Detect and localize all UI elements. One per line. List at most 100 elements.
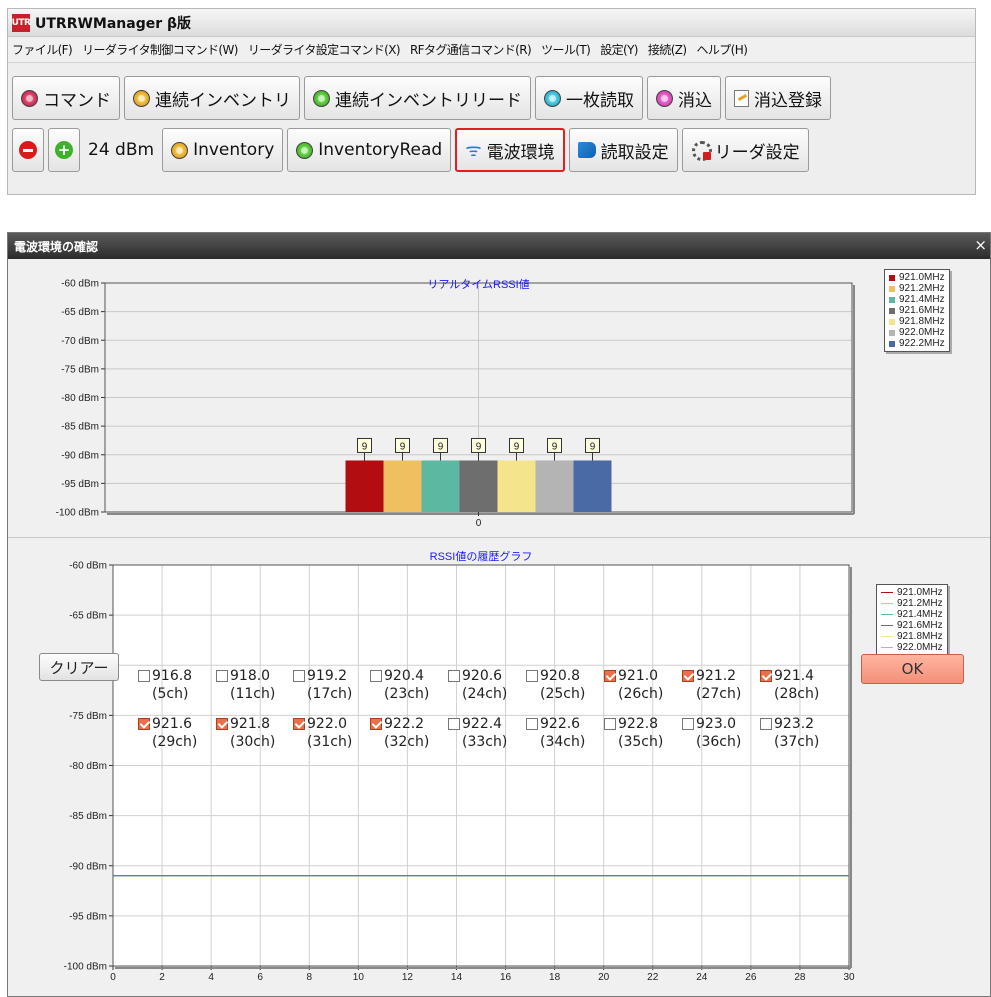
- checkbox-checked-icon[interactable]: [138, 718, 150, 730]
- channel-checkbox-920.4[interactable]: 920.4 (23ch): [370, 667, 448, 703]
- checkbox-checked-icon[interactable]: [370, 718, 382, 730]
- checkbox-unchecked-icon[interactable]: [526, 670, 538, 682]
- checkbox-unchecked-icon[interactable]: [293, 670, 305, 682]
- checkbox-unchecked-icon[interactable]: [682, 718, 694, 730]
- ok-button[interactable]: OK: [861, 654, 964, 684]
- app-logo-icon: UTR: [12, 13, 31, 32]
- legend-swatch: [889, 340, 895, 347]
- data-label: 9: [514, 441, 520, 452]
- channel-checkbox-916.8[interactable]: 916.8 (5ch): [138, 667, 216, 703]
- channel-checkbox-921.8[interactable]: 921.8 (30ch): [216, 715, 294, 751]
- channel-checkbox-918.0[interactable]: 918.0 (11ch): [216, 667, 294, 703]
- green-led-icon: [313, 89, 330, 107]
- channel-number: (33ch): [462, 734, 508, 750]
- pink-led-icon: [656, 89, 673, 107]
- y-tick-label: -70 dBm: [61, 336, 99, 347]
- checkbox-checked-icon[interactable]: [760, 670, 772, 682]
- menu-settings[interactable]: 設定(Y): [600, 41, 638, 58]
- data-label: 9: [476, 441, 482, 452]
- checkbox-checked-icon[interactable]: [293, 718, 305, 730]
- channel-checkbox-920.8[interactable]: 920.8 (25ch): [526, 667, 604, 703]
- checkbox-unchecked-icon[interactable]: [216, 670, 228, 682]
- legend-label: 921.2MHz: [897, 598, 943, 609]
- channel-checkbox-921.6[interactable]: 921.6 (29ch): [138, 715, 216, 751]
- channel-checkbox-922.0[interactable]: 922.0 (31ch): [293, 715, 371, 751]
- channel-number: (30ch): [230, 734, 276, 750]
- channel-checkbox-923.0[interactable]: 923.0 (36ch): [682, 715, 760, 751]
- channel-number: (25ch): [540, 686, 586, 702]
- radio-environment-button[interactable]: ᯤ 電波環境: [455, 128, 565, 172]
- checkbox-checked-icon[interactable]: [216, 718, 228, 730]
- legend-label: 922.0MHz: [899, 327, 945, 338]
- wifi-icon: ᯤ: [465, 140, 482, 161]
- checkbox-unchecked-icon[interactable]: [138, 670, 150, 682]
- close-icon[interactable]: ×: [974, 236, 987, 254]
- plus-icon: +: [55, 141, 73, 159]
- erase-button[interactable]: 消込: [647, 76, 721, 120]
- checkbox-checked-icon[interactable]: [682, 670, 694, 682]
- channel-checkbox-922.6[interactable]: 922.6 (34ch): [526, 715, 604, 751]
- checkbox-checked-icon[interactable]: [604, 670, 616, 682]
- continuous-inventory-button[interactable]: 連続インベントリ: [124, 76, 300, 120]
- power-increase-button[interactable]: +: [48, 128, 80, 172]
- legend-label: 921.6MHz: [897, 620, 943, 631]
- erase-register-button[interactable]: 消込登録: [725, 76, 831, 120]
- channel-checkbox-921.2[interactable]: 921.2 (27ch): [682, 667, 760, 703]
- channel-number: (34ch): [540, 734, 586, 750]
- menu-tools[interactable]: ツール(T): [541, 41, 591, 58]
- checkbox-unchecked-icon[interactable]: [448, 718, 460, 730]
- legend-label: 921.6MHz: [899, 305, 945, 316]
- y-tick-label: -75 dBm: [61, 364, 99, 375]
- checkbox-unchecked-icon[interactable]: [370, 670, 382, 682]
- channel-checkbox-922.2[interactable]: 922.2 (32ch): [370, 715, 448, 751]
- channel-checkbox-922.4[interactable]: 922.4 (33ch): [448, 715, 526, 751]
- continuous-inventory-read-button[interactable]: 連続インベントリリード: [304, 76, 531, 120]
- channel-checkbox-923.2[interactable]: 923.2 (37ch): [760, 715, 838, 751]
- channel-checkbox-921.4[interactable]: 921.4 (28ch): [760, 667, 838, 703]
- reader-settings-button[interactable]: リーダ設定: [681, 128, 809, 172]
- read-settings-button[interactable]: 読取設定: [568, 128, 678, 172]
- bar-922.0MHz: [535, 460, 574, 512]
- channel-frequency: 920.4: [384, 668, 425, 684]
- menu-file[interactable]: ファイル(F): [12, 41, 73, 58]
- checkbox-unchecked-icon[interactable]: [604, 718, 616, 730]
- power-decrease-button[interactable]: [12, 128, 44, 172]
- channel-number: (26ch): [618, 686, 664, 702]
- channel-checkbox-920.6[interactable]: 920.6 (24ch): [448, 667, 526, 703]
- channel-row: 923.0: [682, 715, 760, 733]
- menu-help[interactable]: ヘルプ(H): [696, 41, 747, 58]
- inventory-read-button[interactable]: InventoryRead: [287, 128, 452, 172]
- legend-line: [881, 647, 893, 648]
- menu-connect[interactable]: 接続(Z): [648, 41, 687, 58]
- menu-rw-settings[interactable]: リーダライタ設定コマンド(X): [248, 41, 401, 58]
- channel-frequency: 919.2: [307, 668, 348, 684]
- dialog-title: 電波環境の確認: [14, 239, 99, 254]
- menu-bar: ファイル(F) リーダライタ制御コマンド(W) リーダライタ設定コマンド(X) …: [8, 37, 975, 63]
- single-read-button[interactable]: 一枚読取: [535, 76, 643, 120]
- menu-rf-tag[interactable]: RFタグ通信コマンド(R): [410, 41, 532, 58]
- command-button[interactable]: コマンド: [12, 76, 120, 120]
- channel-checkbox-922.8[interactable]: 922.8 (35ch): [604, 715, 682, 751]
- channel-frequency: 922.2: [384, 716, 425, 732]
- channel-number: (11ch): [230, 686, 276, 702]
- channel-checkbox-921.0[interactable]: 921.0 (26ch): [604, 667, 682, 703]
- radio-environment-dialog: 電波環境の確認 × -60 dBm -65 dBm -70 dBm -75 dBm -8…: [7, 232, 991, 997]
- inventory-button[interactable]: Inventory: [162, 128, 284, 172]
- clear-button[interactable]: クリアー: [39, 653, 119, 681]
- menu-rw-control[interactable]: リーダライタ制御コマンド(W): [82, 41, 238, 58]
- channel-checkbox-919.2[interactable]: 919.2 (17ch): [293, 667, 371, 703]
- legend-swatch: [889, 329, 895, 336]
- checkbox-unchecked-icon[interactable]: [526, 718, 538, 730]
- data-label: 9: [438, 441, 444, 452]
- chart-title: RSSI値の履歴グラフ: [430, 549, 533, 563]
- legend-label: 922.0MHz: [897, 642, 943, 653]
- bar-922.2MHz: [573, 460, 612, 512]
- checkbox-unchecked-icon[interactable]: [760, 718, 772, 730]
- power-level-text: 24 dBm: [88, 140, 155, 160]
- checkbox-unchecked-icon[interactable]: [448, 670, 460, 682]
- green-led-icon: [296, 141, 314, 159]
- legend-item: 922.0MHz: [889, 327, 945, 338]
- legend-label: 921.8MHz: [899, 316, 945, 327]
- data-label: 9: [552, 441, 558, 452]
- read-settings-label: 読取設定: [600, 142, 669, 163]
